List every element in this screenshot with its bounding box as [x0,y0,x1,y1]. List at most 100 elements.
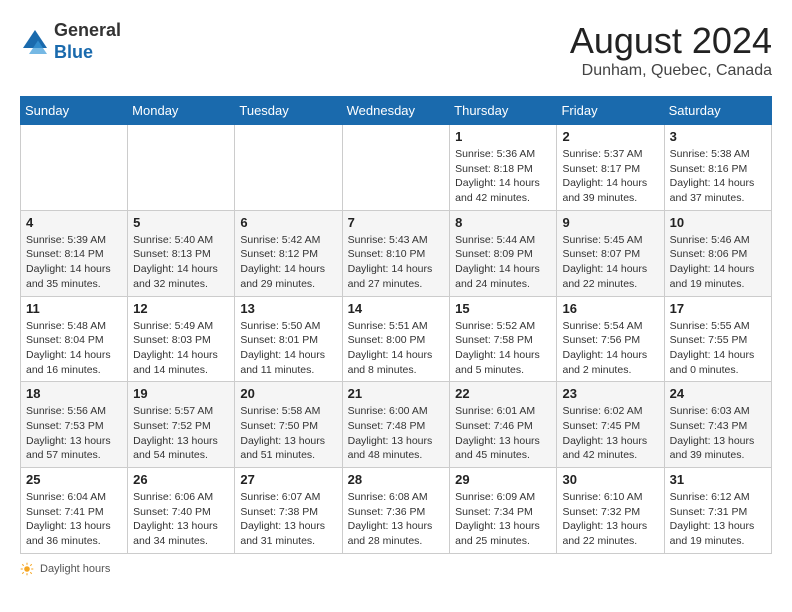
calendar-cell-5-6: 30 Sunrise: 6:10 AM Sunset: 7:32 PM Dayli… [557,468,664,554]
day-info: Sunrise: 5:57 AM Sunset: 7:52 PM Dayligh… [133,404,229,463]
logo-icon [20,27,50,57]
day-info: Sunrise: 6:10 AM Sunset: 7:32 PM Dayligh… [562,490,658,549]
day-number: 31 [670,472,766,487]
day-info: Sunrise: 6:02 AM Sunset: 7:45 PM Dayligh… [562,404,658,463]
day-info: Sunrise: 5:55 AM Sunset: 7:55 PM Dayligh… [670,319,766,378]
day-info: Sunrise: 6:08 AM Sunset: 7:36 PM Dayligh… [348,490,445,549]
calendar-cell-3-2: 12 Sunrise: 5:49 AM Sunset: 8:03 PM Dayli… [128,296,235,382]
day-info: Sunrise: 5:45 AM Sunset: 8:07 PM Dayligh… [562,233,658,292]
sun-icon [20,562,34,576]
day-number: 11 [26,301,122,316]
calendar-cell-4-2: 19Sunrise: 5:57 AM Sunset: 7:52 PM Dayli… [128,382,235,468]
day-number: 29 [455,472,551,487]
calendar-cell-4-5: 22 Sunrise: 6:01 AM Sunset: 7:46 PM Dayli… [450,382,557,468]
week-row-5: 25Sunrise: 6:04 AM Sunset: 7:41 PM Dayli… [21,468,772,554]
day-number: 25 [26,472,122,487]
day-header-tuesday: Tuesday [235,97,342,125]
calendar-cell-3-1: 11Sunrise: 5:48 AM Sunset: 8:04 PM Dayli… [21,296,128,382]
calendar-cell-4-4: 21 Sunrise: 6:00 AM Sunset: 7:48 PM Dayli… [342,382,450,468]
logo: General Blue [20,20,121,63]
day-number: 4 [26,215,122,230]
day-info: Sunrise: 5:42 AM Sunset: 8:12 PM Dayligh… [240,233,336,292]
calendar-cell-1-1 [21,125,128,211]
calendar-cell-3-4: 14Sunrise: 5:51 AM Sunset: 8:00 PM Dayli… [342,296,450,382]
day-number: 23 [562,386,658,401]
day-info: Sunrise: 6:03 AM Sunset: 7:43 PM Dayligh… [670,404,766,463]
day-info: Sunrise: 6:01 AM Sunset: 7:46 PM Dayligh… [455,404,551,463]
day-header-wednesday: Wednesday [342,97,450,125]
day-header-thursday: Thursday [450,97,557,125]
week-row-3: 11Sunrise: 5:48 AM Sunset: 8:04 PM Dayli… [21,296,772,382]
day-number: 5 [133,215,229,230]
day-number: 14 [348,301,445,316]
day-number: 26 [133,472,229,487]
calendar-header: SundayMondayTuesdayWednesdayThursdayFrid… [21,97,772,125]
calendar-cell-2-6: 9 Sunrise: 5:45 AM Sunset: 8:07 PM Daylig… [557,210,664,296]
logo-general: General [54,20,121,42]
calendar-body: 1Sunrise: 5:36 AM Sunset: 8:18 PM Daylig… [21,125,772,554]
day-number: 6 [240,215,336,230]
calendar-cell-2-4: 7 Sunrise: 5:43 AM Sunset: 8:10 PM Daylig… [342,210,450,296]
day-info: Sunrise: 6:09 AM Sunset: 7:34 PM Dayligh… [455,490,551,549]
calendar-cell-2-2: 5 Sunrise: 5:40 AM Sunset: 8:13 PM Daylig… [128,210,235,296]
calendar-cell-2-1: 4 Sunrise: 5:39 AM Sunset: 8:14 PM Daylig… [21,210,128,296]
calendar-cell-3-7: 17 Sunrise: 5:55 AM Sunset: 7:55 PM Dayli… [664,296,771,382]
day-info: Sunrise: 5:54 AM Sunset: 7:56 PM Dayligh… [562,319,658,378]
calendar-cell-5-2: 26Sunrise: 6:06 AM Sunset: 7:40 PM Dayli… [128,468,235,554]
calendar-cell-5-5: 29 Sunrise: 6:09 AM Sunset: 7:34 PM Dayli… [450,468,557,554]
day-info: Sunrise: 5:50 AM Sunset: 8:01 PM Dayligh… [240,319,336,378]
day-number: 27 [240,472,336,487]
day-number: 12 [133,301,229,316]
header: General Blue August 2024 Dunham, Quebec,… [20,20,772,80]
day-number: 21 [348,386,445,401]
day-number: 2 [562,129,658,144]
calendar-cell-1-6: 2Sunrise: 5:37 AM Sunset: 8:17 PM Daylig… [557,125,664,211]
day-number: 7 [348,215,445,230]
calendar-cell-1-2 [128,125,235,211]
month-year-title: August 2024 [570,20,772,62]
calendar-cell-3-5: 15Sunrise: 5:52 AM Sunset: 7:58 PM Dayli… [450,296,557,382]
calendar-cell-4-3: 20Sunrise: 5:58 AM Sunset: 7:50 PM Dayli… [235,382,342,468]
day-info: Sunrise: 5:46 AM Sunset: 8:06 PM Dayligh… [670,233,766,292]
calendar-table: SundayMondayTuesdayWednesdayThursdayFrid… [20,96,772,554]
day-number: 22 [455,386,551,401]
footer-note: Daylight hours [20,562,772,576]
week-row-1: 1Sunrise: 5:36 AM Sunset: 8:18 PM Daylig… [21,125,772,211]
daylight-label: Daylight hours [40,563,110,575]
day-info: Sunrise: 5:40 AM Sunset: 8:13 PM Dayligh… [133,233,229,292]
day-number: 13 [240,301,336,316]
calendar-cell-4-6: 23 Sunrise: 6:02 AM Sunset: 7:45 PM Dayli… [557,382,664,468]
logo-text: General Blue [54,20,121,63]
day-number: 30 [562,472,658,487]
day-number: 16 [562,301,658,316]
calendar-cell-5-7: 31Sunrise: 6:12 AM Sunset: 7:31 PM Dayli… [664,468,771,554]
logo-blue: Blue [54,42,121,64]
day-number: 10 [670,215,766,230]
day-header-saturday: Saturday [664,97,771,125]
day-info: Sunrise: 5:49 AM Sunset: 8:03 PM Dayligh… [133,319,229,378]
day-info: Sunrise: 6:07 AM Sunset: 7:38 PM Dayligh… [240,490,336,549]
title-area: August 2024 Dunham, Quebec, Canada [570,20,772,80]
calendar-cell-1-7: 3 Sunrise: 5:38 AM Sunset: 8:16 PM Daylig… [664,125,771,211]
day-info: Sunrise: 5:44 AM Sunset: 8:09 PM Dayligh… [455,233,551,292]
calendar-cell-4-1: 18Sunrise: 5:56 AM Sunset: 7:53 PM Dayli… [21,382,128,468]
day-info: Sunrise: 5:38 AM Sunset: 8:16 PM Dayligh… [670,147,766,206]
calendar-cell-1-5: 1Sunrise: 5:36 AM Sunset: 8:18 PM Daylig… [450,125,557,211]
day-number: 17 [670,301,766,316]
calendar-cell-1-3 [235,125,342,211]
calendar-cell-2-5: 8Sunrise: 5:44 AM Sunset: 8:09 PM Daylig… [450,210,557,296]
day-info: Sunrise: 5:43 AM Sunset: 8:10 PM Dayligh… [348,233,445,292]
calendar-cell-5-1: 25Sunrise: 6:04 AM Sunset: 7:41 PM Dayli… [21,468,128,554]
week-row-2: 4 Sunrise: 5:39 AM Sunset: 8:14 PM Daylig… [21,210,772,296]
day-info: Sunrise: 5:39 AM Sunset: 8:14 PM Dayligh… [26,233,122,292]
day-header-friday: Friday [557,97,664,125]
calendar-cell-2-7: 10 Sunrise: 5:46 AM Sunset: 8:06 PM Dayli… [664,210,771,296]
day-number: 9 [562,215,658,230]
day-info: Sunrise: 6:00 AM Sunset: 7:48 PM Dayligh… [348,404,445,463]
day-number: 3 [670,129,766,144]
day-header-monday: Monday [128,97,235,125]
calendar-cell-3-3: 13 Sunrise: 5:50 AM Sunset: 8:01 PM Dayli… [235,296,342,382]
calendar-cell-5-4: 28Sunrise: 6:08 AM Sunset: 7:36 PM Dayli… [342,468,450,554]
day-info: Sunrise: 5:56 AM Sunset: 7:53 PM Dayligh… [26,404,122,463]
day-info: Sunrise: 5:52 AM Sunset: 7:58 PM Dayligh… [455,319,551,378]
